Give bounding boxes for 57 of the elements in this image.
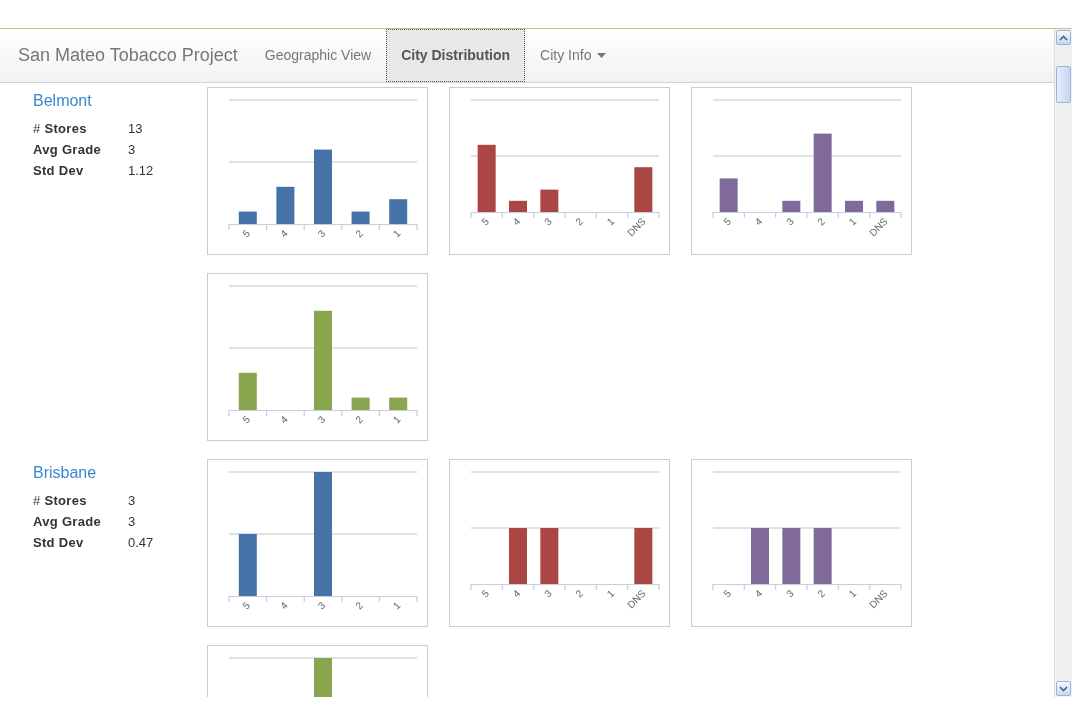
axis-label: 1 (604, 587, 617, 600)
axis-label: 3 (315, 599, 328, 612)
stat-label: Avg Grade (33, 141, 102, 159)
brand-title[interactable]: San Mateo Tobacco Project (18, 42, 238, 69)
scroll-up-icon[interactable] (1056, 30, 1071, 45)
axis-label: 2 (353, 599, 365, 612)
axis-label: 3 (542, 587, 554, 600)
city-link[interactable]: Brisbane (33, 463, 207, 483)
axis-label: 5 (479, 587, 492, 600)
axis-label: 3 (315, 227, 328, 240)
axis-label: 1 (846, 215, 859, 228)
axis-label: 5 (240, 413, 253, 426)
axis-label: 5 (240, 599, 253, 612)
axis-label: 4 (278, 599, 290, 612)
axis-label: 4 (752, 587, 765, 600)
axis-label: 2 (815, 215, 828, 228)
scroll-thumb[interactable] (1056, 66, 1071, 103)
stat-label: # Stores (33, 492, 88, 510)
city-link[interactable]: Belmont (33, 91, 207, 111)
stat-value: 0.47 (128, 534, 155, 552)
stat-value: 1.12 (128, 162, 155, 180)
axis-label: 3 (542, 215, 554, 228)
axis-label: 2 (815, 587, 828, 600)
axis-label: 1 (846, 587, 859, 600)
stat-value: 3 (128, 492, 137, 510)
stat-label: Std Dev (33, 162, 85, 180)
axis-label: 4 (510, 587, 523, 600)
stat-value: 13 (128, 120, 144, 138)
axis-label: 1 (390, 599, 403, 612)
axis-label: 2 (573, 215, 586, 228)
stat-value: 3 (128, 141, 137, 159)
dropdown-menu[interactable]: City Info (525, 29, 622, 82)
stat-label: Avg Grade (33, 513, 102, 531)
nav-tab[interactable]: Geographic View (249, 29, 387, 82)
axis-label: 1 (604, 215, 617, 228)
axis-label: 4 (752, 215, 765, 228)
axis-label: 2 (353, 227, 365, 240)
axis-label: 5 (479, 215, 492, 228)
scroll-down-icon[interactable] (1056, 681, 1071, 696)
stat-label: # Stores (33, 120, 88, 138)
axis-label: 3 (315, 413, 328, 426)
axis-label: 2 (353, 413, 365, 426)
nav-tab[interactable]: City Distribution (386, 29, 526, 82)
axis-label: 5 (721, 215, 734, 228)
axis-label: 1 (390, 227, 403, 240)
axis-label: 3 (784, 587, 796, 600)
axis-label: 5 (721, 587, 734, 600)
stat-value: 3 (128, 513, 137, 531)
axis-label: 3 (784, 215, 796, 228)
axis-label: 5 (240, 227, 253, 240)
axis-label: 2 (573, 587, 586, 600)
axis-label: 4 (510, 215, 523, 228)
axis-label: 4 (278, 227, 290, 240)
stat-label: Std Dev (33, 534, 85, 552)
scrollbar[interactable] (1054, 29, 1072, 697)
axis-label: 4 (278, 413, 290, 426)
axis-label: 1 (390, 413, 403, 426)
